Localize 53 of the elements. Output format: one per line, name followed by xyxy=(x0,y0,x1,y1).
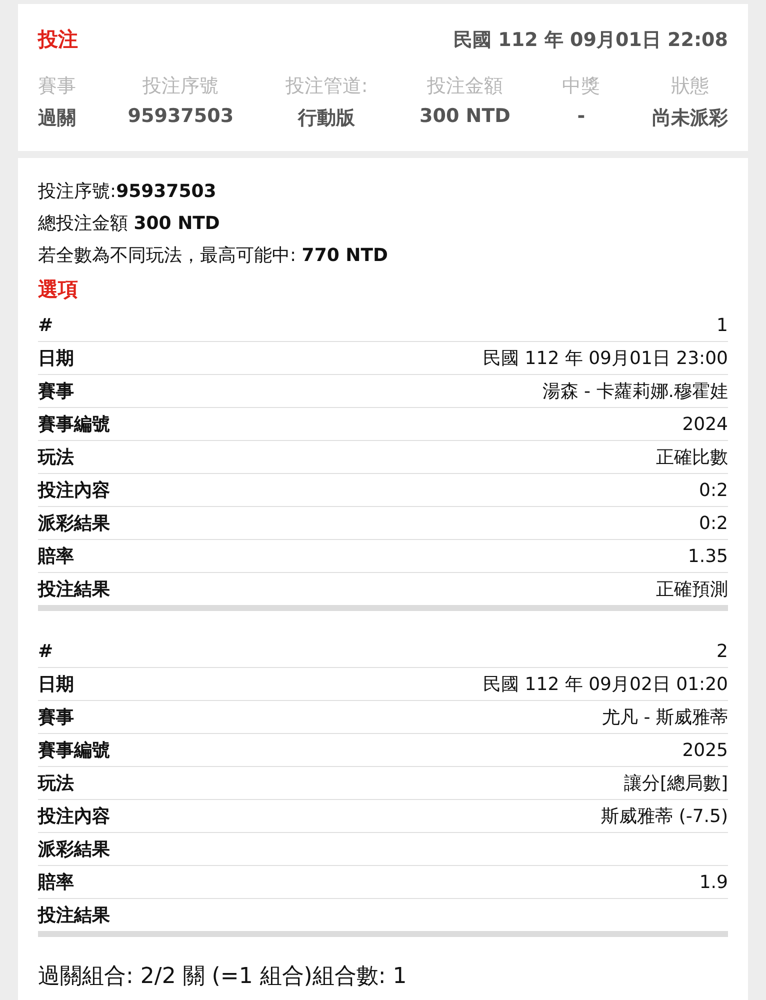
field-label: 賠率 xyxy=(38,545,74,568)
field-value: 民國 112 年 09月01日 23:00 xyxy=(483,347,728,370)
field-label: # xyxy=(38,314,54,336)
bet-datetime: 民國 112 年 09月01日 22:08 xyxy=(454,28,728,52)
field-label: 賽事 xyxy=(38,706,74,729)
column-value: 95937503 xyxy=(128,105,234,127)
column-label: 投注管道: xyxy=(285,74,368,99)
field-label: 玩法 xyxy=(38,446,74,469)
field-label: 玩法 xyxy=(38,772,74,795)
field-value: 1.9 xyxy=(699,872,728,892)
field-label: 賠率 xyxy=(38,871,74,894)
field-label: 日期 xyxy=(38,347,74,370)
parlay-summary: 過關組合: 2/2 關 (=1 組合)組合數: 1 xyxy=(38,963,408,991)
field-value: 1 xyxy=(716,314,728,336)
summary-line: 若全數為不同玩法，最高可能中: 770 NTD xyxy=(38,244,389,268)
field-label: # xyxy=(38,640,54,662)
field-label: 日期 xyxy=(38,673,74,696)
field-value: 正確比數 xyxy=(656,446,728,469)
bet-title: 投注 xyxy=(38,26,78,53)
field-value: 斯威雅蒂 (-7.5) xyxy=(601,805,728,828)
field-value: 1.35 xyxy=(688,546,728,566)
field-label: 派彩結果 xyxy=(38,512,110,535)
column-label: 賽事 xyxy=(38,74,76,99)
column-value: 尚未派彩 xyxy=(652,106,728,131)
field-value: 正確預測 xyxy=(656,578,728,601)
field-value: 讓分[總局數] xyxy=(624,772,728,795)
field-value: 2025 xyxy=(682,740,728,760)
field-label: 派彩結果 xyxy=(38,838,110,861)
field-value: 湯森 - 卡蘿莉娜.穆霍娃 xyxy=(542,380,728,403)
field-value: 0:2 xyxy=(699,480,728,500)
selections-title: 選項 xyxy=(38,276,79,303)
field-label: 賽事編號 xyxy=(38,739,110,762)
field-label: 投注內容 xyxy=(38,479,110,502)
field-label: 賽事 xyxy=(38,380,74,403)
field-value: 民國 112 年 09月02日 01:20 xyxy=(483,673,728,696)
column-value: 過關 xyxy=(38,106,76,131)
field-value: 0:2 xyxy=(699,512,728,534)
column-label: 中獎 xyxy=(562,74,600,99)
field-label: 投注內容 xyxy=(38,805,110,828)
column-label: 投注金額 xyxy=(426,74,503,99)
field-label: 投注結果 xyxy=(38,904,110,927)
field-value: 尤凡 - 斯威雅蒂 xyxy=(602,706,728,729)
column-label: 狀態 xyxy=(671,74,709,99)
field-value: 2 xyxy=(716,640,728,662)
column-value: 行動版 xyxy=(298,106,356,131)
field-label: 投注結果 xyxy=(38,578,110,601)
column-value: - xyxy=(577,105,586,127)
field-label: 賽事編號 xyxy=(38,413,110,436)
summary-line: 總投注金額 300 NTD xyxy=(38,212,221,236)
field-value: 2024 xyxy=(682,414,728,434)
column-label: 投注序號 xyxy=(142,74,219,99)
column-value: 300 NTD xyxy=(420,105,510,127)
summary-line: 投注序號:95937503 xyxy=(38,180,218,204)
